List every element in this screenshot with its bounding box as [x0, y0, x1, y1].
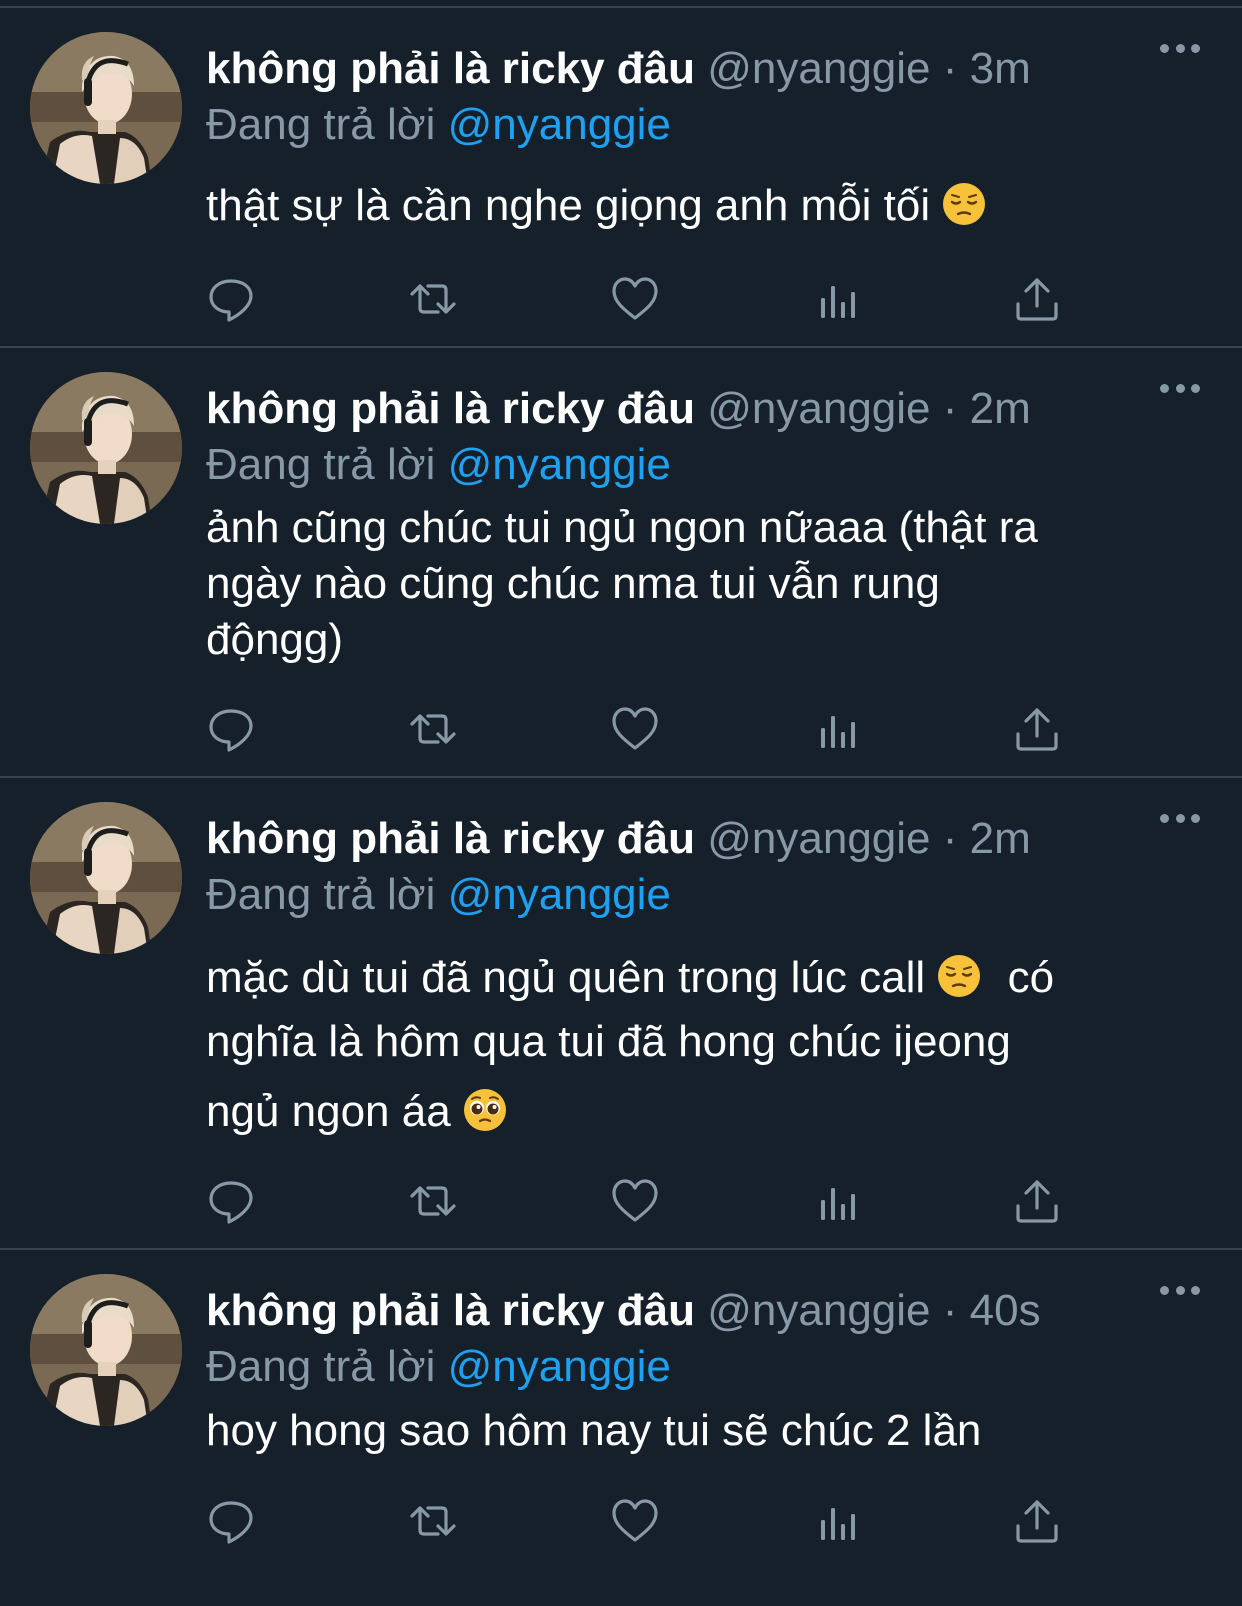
tweet-actions: [206, 274, 1066, 324]
reply-icon[interactable]: [206, 274, 256, 324]
separator-dot: ·: [942, 814, 958, 863]
reply-context: Đang trả lời @nyanggie: [206, 866, 671, 924]
reply-prefix: Đang trả lời: [206, 100, 436, 149]
more-options-icon[interactable]: [1160, 1284, 1200, 1296]
tweet-1[interactable]: không phải là ricky đâu @nyanggie · 3m Đ…: [0, 8, 1242, 348]
tweet-3[interactable]: không phải là ricky đâu @nyanggie · 2m Đ…: [0, 778, 1242, 1250]
like-icon[interactable]: [610, 1176, 660, 1226]
reply-prefix: Đang trả lời: [206, 870, 436, 919]
reply-context: Đang trả lời @nyanggie: [206, 436, 671, 494]
tweet-line-part: có: [1007, 953, 1055, 1002]
display-name[interactable]: không phải là ricky đâu: [206, 1286, 695, 1335]
reply-mention-link[interactable]: @nyanggie: [448, 440, 671, 489]
tweet-line: ngủ ngon áa: [206, 1074, 1166, 1150]
timestamp[interactable]: 3m: [970, 44, 1031, 93]
avatar[interactable]: [30, 372, 182, 524]
reply-icon[interactable]: [206, 1496, 256, 1546]
analytics-icon[interactable]: [812, 704, 862, 754]
timestamp[interactable]: 40s: [970, 1286, 1041, 1335]
like-icon[interactable]: [610, 1496, 660, 1546]
tweet-2[interactable]: không phải là ricky đâu @nyanggie · 2m Đ…: [0, 348, 1242, 778]
tweet-4[interactable]: không phải là ricky đâu @nyanggie · 40s …: [0, 1250, 1242, 1606]
tweet-line: nghĩa là hôm qua tui đã hong chúc ijeong: [206, 1017, 1011, 1066]
analytics-icon[interactable]: [812, 274, 862, 324]
reply-icon[interactable]: [206, 1176, 256, 1226]
tweet-text: hoy hong sao hôm nay tui sẽ chúc 2 lần: [206, 1402, 1166, 1460]
share-icon[interactable]: [1012, 704, 1062, 754]
separator-dot: ·: [942, 44, 958, 93]
display-name[interactable]: không phải là ricky đâu: [206, 814, 695, 863]
timestamp[interactable]: 2m: [970, 384, 1031, 433]
tweet-text: thật sự là cần nghe giọng anh mỗi tối: [206, 178, 1166, 234]
tweet-line-part: ngủ ngon áa: [206, 1087, 451, 1136]
display-name[interactable]: không phải là ricky đâu: [206, 384, 695, 433]
avatar[interactable]: [30, 1274, 182, 1426]
tweet-header: không phải là ricky đâu @nyanggie · 2m: [206, 378, 1242, 440]
reply-prefix: Đang trả lời: [206, 1342, 436, 1391]
handle[interactable]: @nyanggie: [707, 44, 930, 93]
analytics-icon[interactable]: [812, 1176, 862, 1226]
reply-context: Đang trả lời @nyanggie: [206, 1338, 671, 1396]
tweet-header: không phải là ricky đâu @nyanggie · 3m: [206, 38, 1242, 100]
reply-mention-link[interactable]: @nyanggie: [448, 1342, 671, 1391]
tweet-actions: [206, 1496, 1066, 1546]
like-icon[interactable]: [610, 704, 660, 754]
more-options-icon[interactable]: [1160, 42, 1200, 54]
tweet-header: không phải là ricky đâu @nyanggie · 2m: [206, 808, 1242, 870]
tweet-line: ngày nào cũng chúc nma tui vẫn rung: [206, 559, 940, 608]
avatar[interactable]: [30, 32, 182, 184]
reply-mention-link[interactable]: @nyanggie: [448, 870, 671, 919]
handle[interactable]: @nyanggie: [707, 384, 930, 433]
pensive-face-emoji: [937, 952, 981, 997]
more-options-icon[interactable]: [1160, 812, 1200, 824]
retweet-icon[interactable]: [408, 704, 458, 754]
handle[interactable]: @nyanggie: [707, 814, 930, 863]
reply-mention-link[interactable]: @nyanggie: [448, 100, 671, 149]
handle[interactable]: @nyanggie: [707, 1286, 930, 1335]
tweet-actions: [206, 1176, 1066, 1226]
reply-context: Đang trả lời @nyanggie: [206, 96, 671, 154]
timestamp[interactable]: 2m: [970, 814, 1031, 863]
reply-prefix: Đang trả lời: [206, 440, 436, 489]
tweet-header: không phải là ricky đâu @nyanggie · 40s: [206, 1280, 1242, 1342]
tweet-line-part: mặc dù tui đã ngủ quên trong lúc call: [206, 953, 926, 1002]
pensive-face-emoji: [942, 182, 986, 226]
tweet-line: độngg): [206, 615, 344, 664]
tweet-line: thật sự là cần nghe giọng anh mỗi tối: [206, 181, 931, 230]
tweet-line: hoy hong sao hôm nay tui sẽ chúc 2 lần: [206, 1406, 982, 1455]
separator-dot: ·: [942, 1286, 958, 1335]
share-icon[interactable]: [1012, 1496, 1062, 1546]
share-icon[interactable]: [1012, 274, 1062, 324]
tweet-actions: [206, 704, 1066, 754]
retweet-icon[interactable]: [408, 1496, 458, 1546]
tweet-text: mặc dù tui đã ngủ quên trong lúc call có…: [206, 946, 1166, 1150]
share-icon[interactable]: [1012, 1176, 1062, 1226]
like-icon[interactable]: [610, 274, 660, 324]
pleading-face-emoji: [463, 1080, 507, 1131]
tweet-line: ảnh cũng chúc tui ngủ ngon nữaaa (thật r…: [206, 503, 1038, 552]
retweet-icon[interactable]: [408, 1176, 458, 1226]
display-name[interactable]: không phải là ricky đâu: [206, 44, 695, 93]
analytics-icon[interactable]: [812, 1496, 862, 1546]
tweet-text: ảnh cũng chúc tui ngủ ngon nữaaa (thật r…: [206, 500, 1166, 668]
retweet-icon[interactable]: [408, 274, 458, 324]
tweet-line: mặc dù tui đã ngủ quên trong lúc call có: [206, 946, 1166, 1010]
more-options-icon[interactable]: [1160, 382, 1200, 394]
reply-icon[interactable]: [206, 704, 256, 754]
separator-dot: ·: [942, 384, 958, 433]
avatar[interactable]: [30, 802, 182, 954]
